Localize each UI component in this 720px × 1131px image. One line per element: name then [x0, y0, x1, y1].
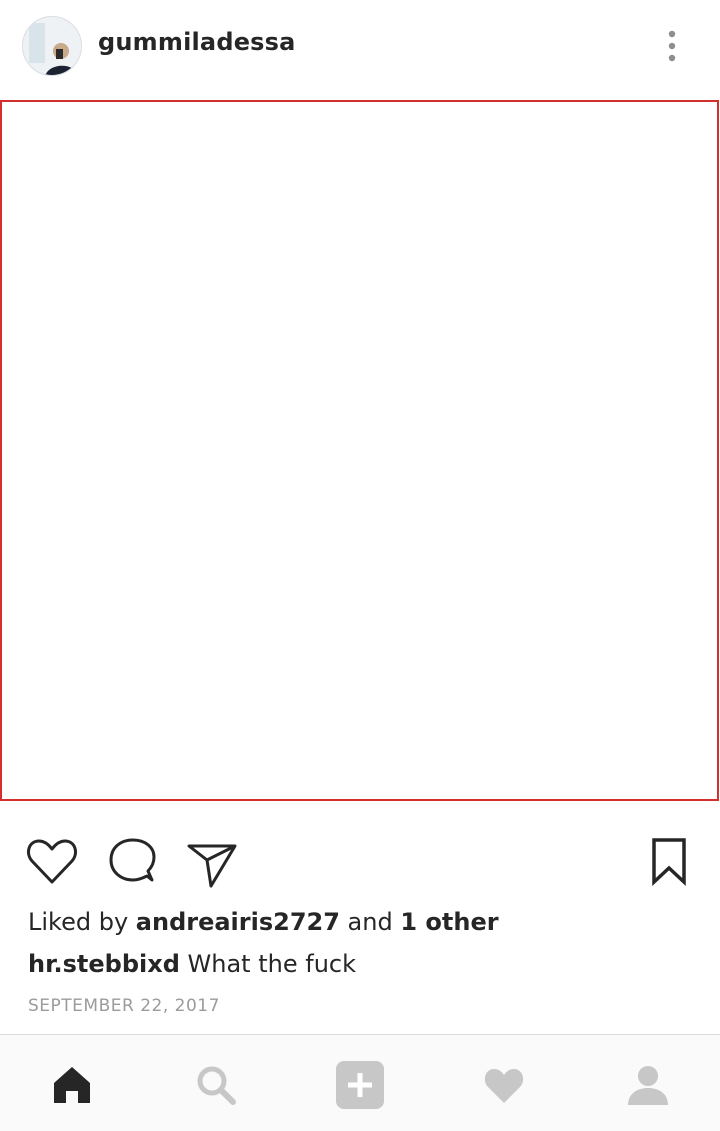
search-icon[interactable]	[190, 1059, 242, 1111]
caption-line: hr.stebbixd What the fuck	[28, 950, 356, 978]
liked-by-user[interactable]: andreairis2727	[136, 908, 340, 936]
post-header: gummiladessa	[0, 0, 720, 92]
comment-bubble-icon[interactable]	[104, 830, 160, 890]
home-icon[interactable]	[46, 1059, 98, 1111]
bottom-navbar	[0, 1034, 720, 1131]
post-image[interactable]	[0, 100, 719, 801]
likes-others[interactable]: 1 other	[400, 908, 498, 936]
caption-username[interactable]: hr.stebbixd	[28, 950, 180, 978]
bookmark-icon[interactable]	[644, 830, 700, 890]
send-paper-plane-icon[interactable]	[184, 830, 240, 890]
avatar[interactable]	[22, 16, 82, 76]
caption-text: What the fuck	[179, 950, 356, 978]
profile-icon[interactable]	[622, 1059, 674, 1111]
likes-prefix: Liked by	[28, 908, 136, 936]
likes-middle: and	[339, 908, 401, 936]
heart-filled-icon[interactable]	[478, 1059, 530, 1111]
add-post-icon[interactable]	[334, 1059, 386, 1111]
post-actions	[0, 830, 720, 900]
likes-line: Liked by andreairis2727 and 1 other	[28, 908, 499, 936]
more-vertical-icon[interactable]	[656, 26, 688, 68]
post-username[interactable]: gummiladessa	[98, 28, 296, 56]
post-date: SEPTEMBER 22, 2017	[28, 996, 220, 1016]
heart-outline-icon[interactable]	[24, 830, 80, 890]
